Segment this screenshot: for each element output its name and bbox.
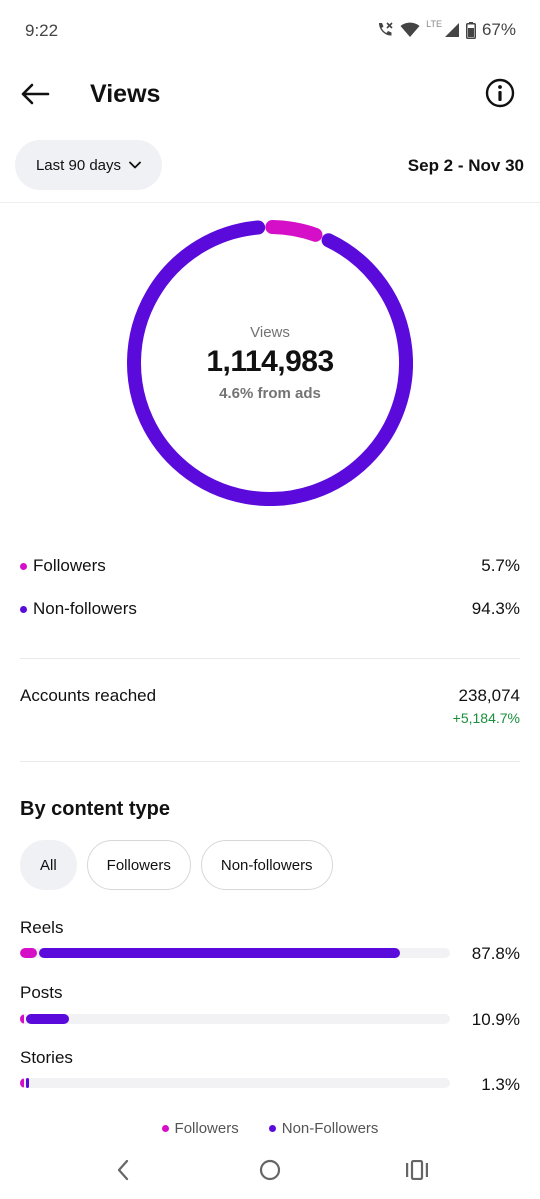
status-icons: LTE 67% bbox=[376, 19, 516, 40]
legend-label: Followers bbox=[33, 556, 106, 575]
wifi-calling-icon bbox=[376, 21, 394, 39]
bar-segment-non-followers bbox=[39, 948, 400, 958]
nav-home-icon bbox=[259, 1159, 281, 1181]
nav-recents-icon bbox=[406, 1160, 428, 1180]
donut-center: Views 1,114,983 4.6% from ads bbox=[127, 220, 413, 506]
content-type-bar-track bbox=[20, 1014, 450, 1024]
legend-value: 5.7% bbox=[481, 556, 520, 575]
views-label: Views bbox=[250, 324, 290, 341]
back-arrow-icon bbox=[21, 83, 50, 105]
content-type-bar-track bbox=[20, 1078, 450, 1088]
content-type-label: Reels bbox=[20, 918, 64, 937]
bar-segment-followers bbox=[20, 948, 38, 958]
filter-chip-followers[interactable]: Followers bbox=[86, 840, 191, 890]
legend-row-followers: Followers 5.7% bbox=[20, 551, 520, 581]
battery-icon bbox=[465, 21, 476, 39]
chevron-down-icon bbox=[129, 161, 141, 169]
date-range-row: Last 90 days Sep 2 - Nov 30 bbox=[0, 140, 540, 192]
divider bbox=[0, 202, 540, 203]
bar-segment-followers bbox=[20, 1078, 24, 1088]
nav-back-button[interactable] bbox=[107, 1156, 139, 1184]
back-button[interactable] bbox=[16, 76, 54, 112]
divider bbox=[20, 761, 520, 762]
content-type-value: 10.9% bbox=[471, 1010, 520, 1029]
system-nav-bar bbox=[0, 1148, 540, 1192]
range-dropdown-label: Last 90 days bbox=[35, 156, 122, 174]
info-icon bbox=[485, 78, 515, 108]
legend-value: 94.3% bbox=[471, 599, 520, 618]
non-followers-dot bbox=[268, 1125, 276, 1132]
non-followers-dot bbox=[20, 605, 27, 613]
accounts-reached-value: 238,074 bbox=[458, 686, 520, 705]
legend-row-non-followers: Non-followers 94.3% bbox=[20, 594, 520, 624]
divider bbox=[20, 658, 520, 659]
legend-item-non-followers: Non-Followers bbox=[268, 1120, 379, 1137]
section-title: By content type bbox=[20, 798, 171, 820]
filter-chip-all[interactable]: All bbox=[20, 840, 77, 890]
followers-dot bbox=[20, 562, 27, 570]
status-bar: 9:22 LTE 67% bbox=[0, 0, 540, 62]
page-title: Views bbox=[90, 80, 161, 108]
range-dropdown[interactable]: Last 90 days bbox=[15, 140, 162, 190]
legend-label: Non-followers bbox=[33, 599, 137, 618]
status-time: 9:22 bbox=[25, 21, 59, 40]
bar-legend: Followers Non-Followers bbox=[0, 1120, 540, 1137]
network-type: LTE bbox=[426, 19, 442, 29]
legend-item-followers: Followers bbox=[161, 1120, 239, 1137]
followers-dot bbox=[161, 1125, 169, 1132]
wifi-icon bbox=[400, 22, 420, 38]
bar-segment-non-followers bbox=[26, 1078, 29, 1088]
content-type-bar-track bbox=[20, 948, 450, 958]
info-button[interactable] bbox=[484, 77, 516, 109]
cell-signal-icon bbox=[444, 22, 460, 38]
date-range: Sep 2 - Nov 30 bbox=[407, 156, 524, 175]
content-type-value: 1.3% bbox=[481, 1075, 520, 1094]
content-type-label: Posts bbox=[20, 983, 63, 1002]
battery-percent: 67% bbox=[481, 20, 516, 39]
accounts-reached-change: +5,184.7% bbox=[452, 710, 520, 726]
content-type-label: Stories bbox=[20, 1048, 73, 1067]
filter-chips: All Followers Non-followers bbox=[20, 840, 333, 890]
legend-followers-label: Followers bbox=[174, 1120, 239, 1137]
filter-chip-non-followers[interactable]: Non-followers bbox=[200, 840, 333, 890]
nav-recents-button[interactable] bbox=[401, 1156, 433, 1184]
nav-home-button[interactable] bbox=[254, 1156, 286, 1184]
legend-non-followers-label: Non-Followers bbox=[281, 1120, 379, 1137]
views-total: 1,114,983 bbox=[206, 345, 334, 378]
content-type-value: 87.8% bbox=[471, 944, 520, 963]
nav-back-icon bbox=[117, 1159, 129, 1181]
accounts-reached-label: Accounts reached bbox=[20, 686, 157, 705]
bar-segment-non-followers bbox=[26, 1014, 69, 1024]
ads-note: 4.6% from ads bbox=[219, 385, 321, 402]
header: Views bbox=[0, 62, 540, 126]
bar-segment-followers bbox=[20, 1014, 25, 1024]
